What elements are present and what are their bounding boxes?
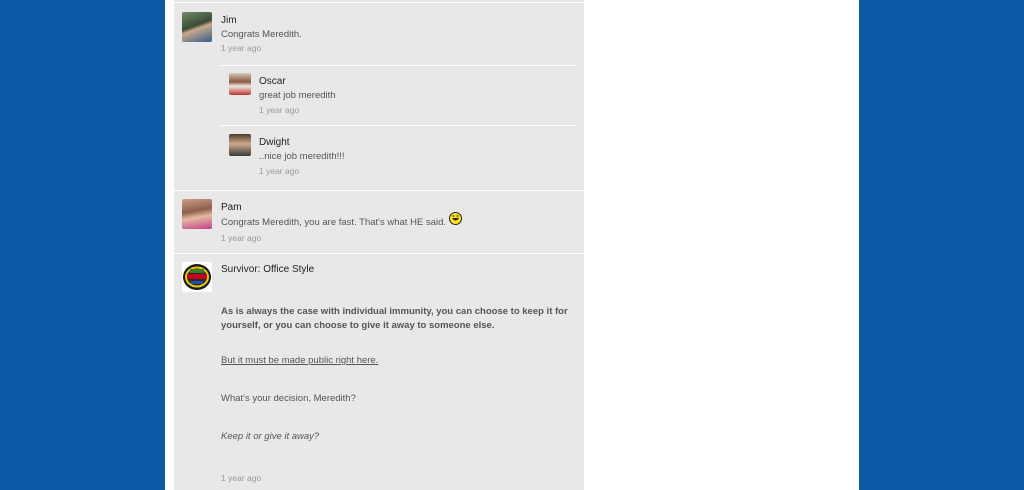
comment-feed: Jim Congrats Meredith. 1 year ago Oscar … xyxy=(174,0,584,490)
comment-author[interactable]: Oscar xyxy=(259,76,286,87)
comment-author[interactable]: Pam xyxy=(221,202,242,213)
comment-author[interactable]: Jim xyxy=(221,15,237,26)
comment-time: 1 year ago xyxy=(259,166,300,176)
comment-time: 1 year ago xyxy=(221,43,262,53)
avatar-jim[interactable] xyxy=(182,12,212,42)
divider xyxy=(174,2,584,3)
comment-paragraph: As is always the case with individual im… xyxy=(221,306,568,331)
divider xyxy=(220,65,576,66)
comment-time: 1 year ago xyxy=(221,233,262,243)
divider xyxy=(174,253,584,254)
comment-text: Congrats Meredith, you are fast. That's … xyxy=(221,217,446,228)
comment-author[interactable]: Survivor: Office Style xyxy=(221,264,314,275)
avatar-survivor-logo[interactable] xyxy=(182,262,212,292)
divider xyxy=(174,190,584,191)
divider xyxy=(220,125,576,126)
comment-time: 1 year ago xyxy=(259,105,300,115)
comment-time: 1 year ago xyxy=(221,473,262,483)
comment-link[interactable]: But it must be made public right here. xyxy=(221,355,378,366)
comment-author[interactable]: Dwight xyxy=(259,137,290,148)
comment-text: great job meredith xyxy=(259,90,336,101)
laughing-smiley-icon xyxy=(449,212,462,225)
comment-text: ..nice job meredith!!! xyxy=(259,151,345,162)
avatar-dwight[interactable] xyxy=(229,134,251,156)
comment-paragraph: What's your decision, Meredith? xyxy=(221,393,356,404)
avatar-pam[interactable] xyxy=(182,199,212,229)
page-content: Jim Congrats Meredith. 1 year ago Oscar … xyxy=(165,0,859,490)
comment-text: Congrats Meredith. xyxy=(221,29,302,40)
comment-paragraph: Keep it or give it away? xyxy=(221,431,320,442)
avatar-oscar[interactable] xyxy=(229,73,251,95)
